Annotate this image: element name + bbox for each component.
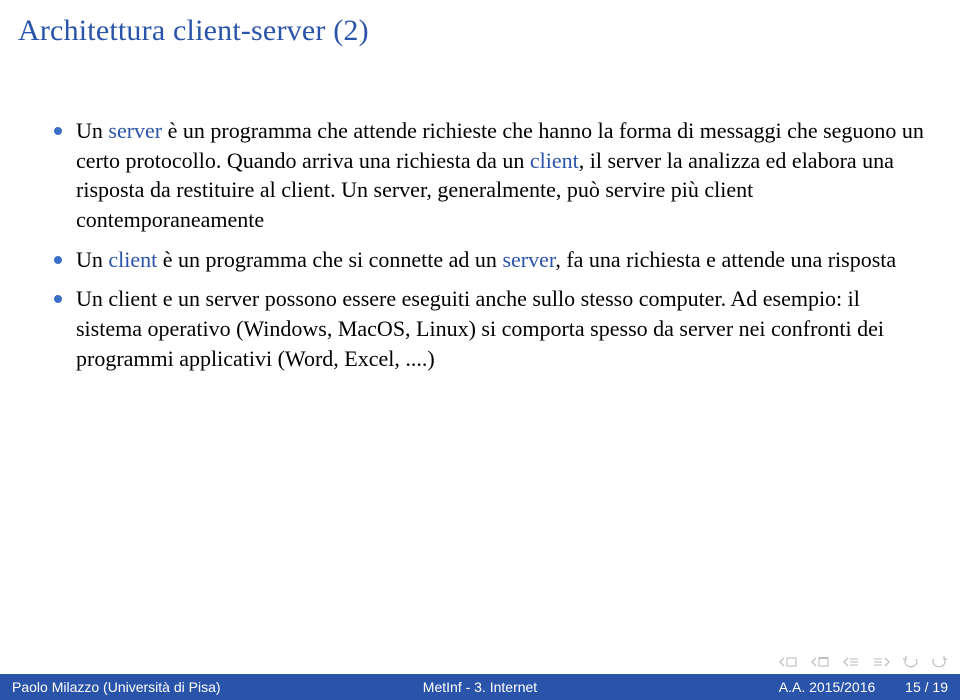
text: Un [76, 247, 108, 272]
slide-title: Architettura client-server (2) [18, 14, 369, 48]
text: Un [76, 118, 108, 143]
keyword-client: client [530, 148, 579, 173]
nav-forward-icon[interactable] [930, 656, 948, 668]
nav-prev-section-icon[interactable] [810, 656, 832, 668]
keyword-client: client [108, 247, 157, 272]
footer-year: A.A. 2015/2016 [779, 679, 876, 695]
keyword-server: server [502, 247, 555, 272]
keyword-server: server [108, 118, 162, 143]
footer-right: A.A. 2015/2016 15 / 19 [779, 679, 948, 695]
footer-page: 15 / 19 [905, 679, 948, 695]
text: è un programma che si connette ad un [157, 247, 502, 272]
slide-content: Un server è un programma che attende ric… [54, 116, 930, 384]
nav-first-icon[interactable] [778, 656, 800, 668]
footer-course: MetInf - 3. Internet [423, 679, 537, 695]
footer-bar: Paolo Milazzo (Università di Pisa) MetIn… [0, 674, 960, 700]
nav-prev-icon[interactable] [842, 656, 862, 668]
bullet-item: Un client e un server possono essere ese… [54, 284, 930, 373]
bullet-item: Un server è un programma che attende ric… [54, 116, 930, 235]
text: , fa una richiesta e attende una rispost… [555, 247, 896, 272]
text: Un client e un server possono essere ese… [76, 286, 884, 370]
nav-toolbar [778, 650, 948, 674]
nav-back-icon[interactable] [902, 656, 920, 668]
slide: Architettura client-server (2) Un server… [0, 0, 960, 700]
footer-author: Paolo Milazzo (Università di Pisa) [0, 679, 221, 695]
bullet-item: Un client è un programma che si connette… [54, 245, 930, 275]
nav-next-icon[interactable] [872, 656, 892, 668]
